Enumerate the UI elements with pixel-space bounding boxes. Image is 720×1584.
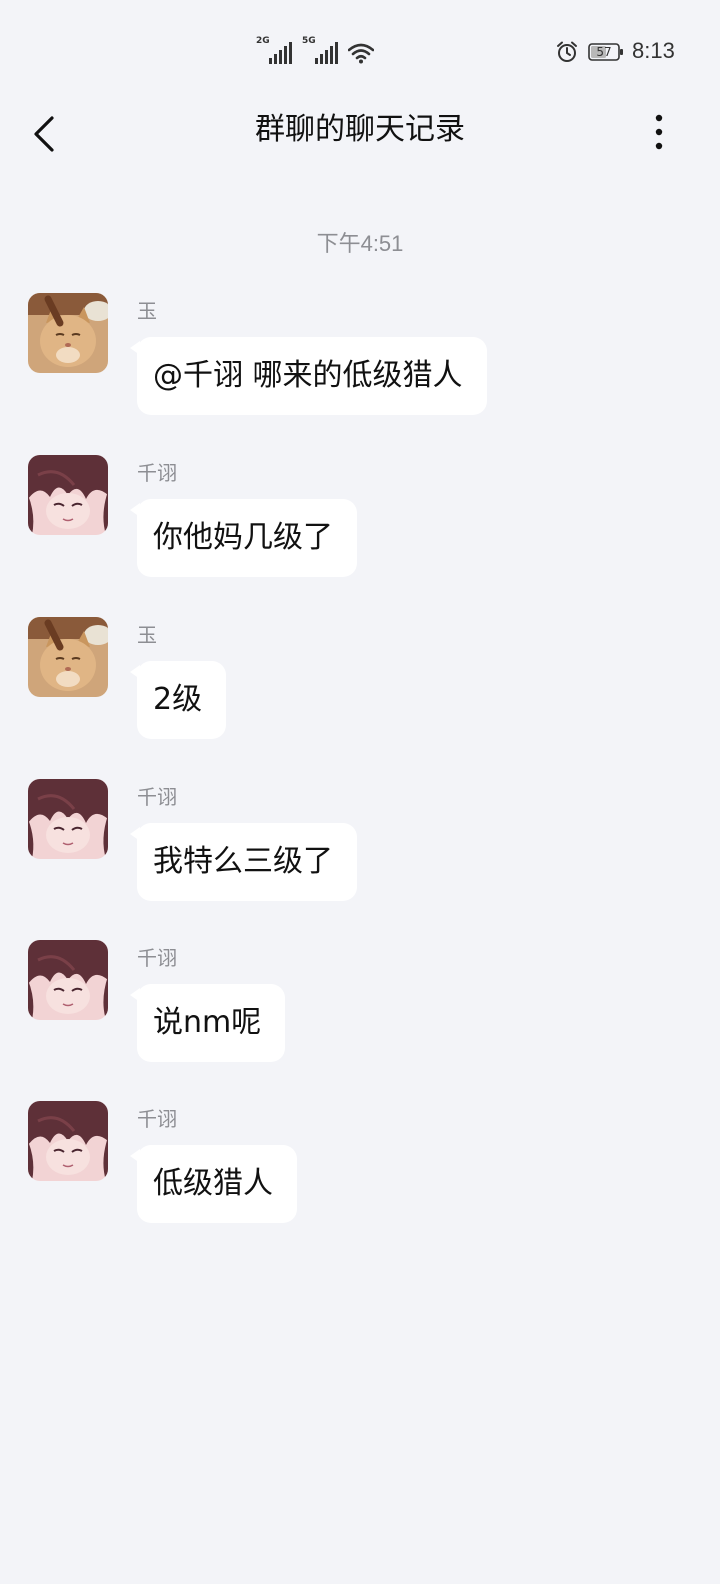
sender-name: 千诩: [137, 1107, 177, 1131]
sender-name: 玉: [137, 299, 157, 323]
message-row: 玉 2级: [0, 617, 720, 757]
avatar[interactable]: [28, 455, 108, 535]
avatar[interactable]: [28, 779, 108, 859]
more-vertical-icon: [655, 114, 663, 150]
alarm-clock-icon: [557, 41, 577, 62]
sender-name: 玉: [137, 623, 157, 647]
message-row: 千诩 说nm呢: [0, 940, 720, 1080]
network-type-label: 2G: [256, 36, 270, 46]
message-row: 玉 @千诩 哪来的低级猎人: [0, 293, 720, 433]
message-bubble[interactable]: 2级: [137, 661, 227, 739]
anime-avatar-icon: [28, 455, 108, 535]
more-options-button[interactable]: [644, 112, 674, 156]
page-title: 群聊的聊天记录: [255, 112, 465, 147]
message-row: 千诩 低级猎人: [0, 1101, 720, 1241]
cat-avatar-icon: [28, 293, 108, 373]
message-row: 千诩 你他妈几级了: [0, 455, 720, 595]
chat-timestamp: 下午4:51: [316, 231, 404, 256]
avatar[interactable]: [28, 940, 108, 1020]
status-time: 8:13: [632, 38, 675, 63]
anime-avatar-icon: [28, 779, 108, 859]
message-bubble[interactable]: 低级猎人: [137, 1145, 297, 1223]
message-bubble[interactable]: 说nm呢: [137, 984, 286, 1062]
cellular-signal-icon: 2G: [256, 36, 292, 64]
cellular-signal-icon: 5G: [302, 36, 338, 64]
sender-name: 千诩: [137, 946, 177, 970]
avatar[interactable]: [28, 293, 108, 373]
cat-avatar-icon: [28, 617, 108, 697]
avatar[interactable]: [28, 1101, 108, 1181]
sender-name: 千诩: [137, 785, 177, 809]
anime-avatar-icon: [28, 1101, 108, 1181]
message-bubble[interactable]: 我特么三级了: [137, 823, 357, 901]
wifi-icon: [348, 43, 374, 64]
sender-name: 千诩: [137, 461, 177, 485]
battery-level: 57: [596, 45, 612, 59]
message-row: 千诩 我特么三级了: [0, 779, 720, 919]
signal-group: 2G 5G: [256, 36, 374, 64]
message-bubble[interactable]: 你他妈几级了: [137, 499, 357, 577]
avatar[interactable]: [28, 617, 108, 697]
network-type-label: 5G: [302, 36, 316, 46]
status-bar: 2G 5G 57 8:13: [0, 0, 720, 100]
anime-avatar-icon: [28, 940, 108, 1020]
header: 群聊的聊天记录: [0, 100, 720, 170]
message-bubble[interactable]: @千诩 哪来的低级猎人: [137, 337, 487, 415]
